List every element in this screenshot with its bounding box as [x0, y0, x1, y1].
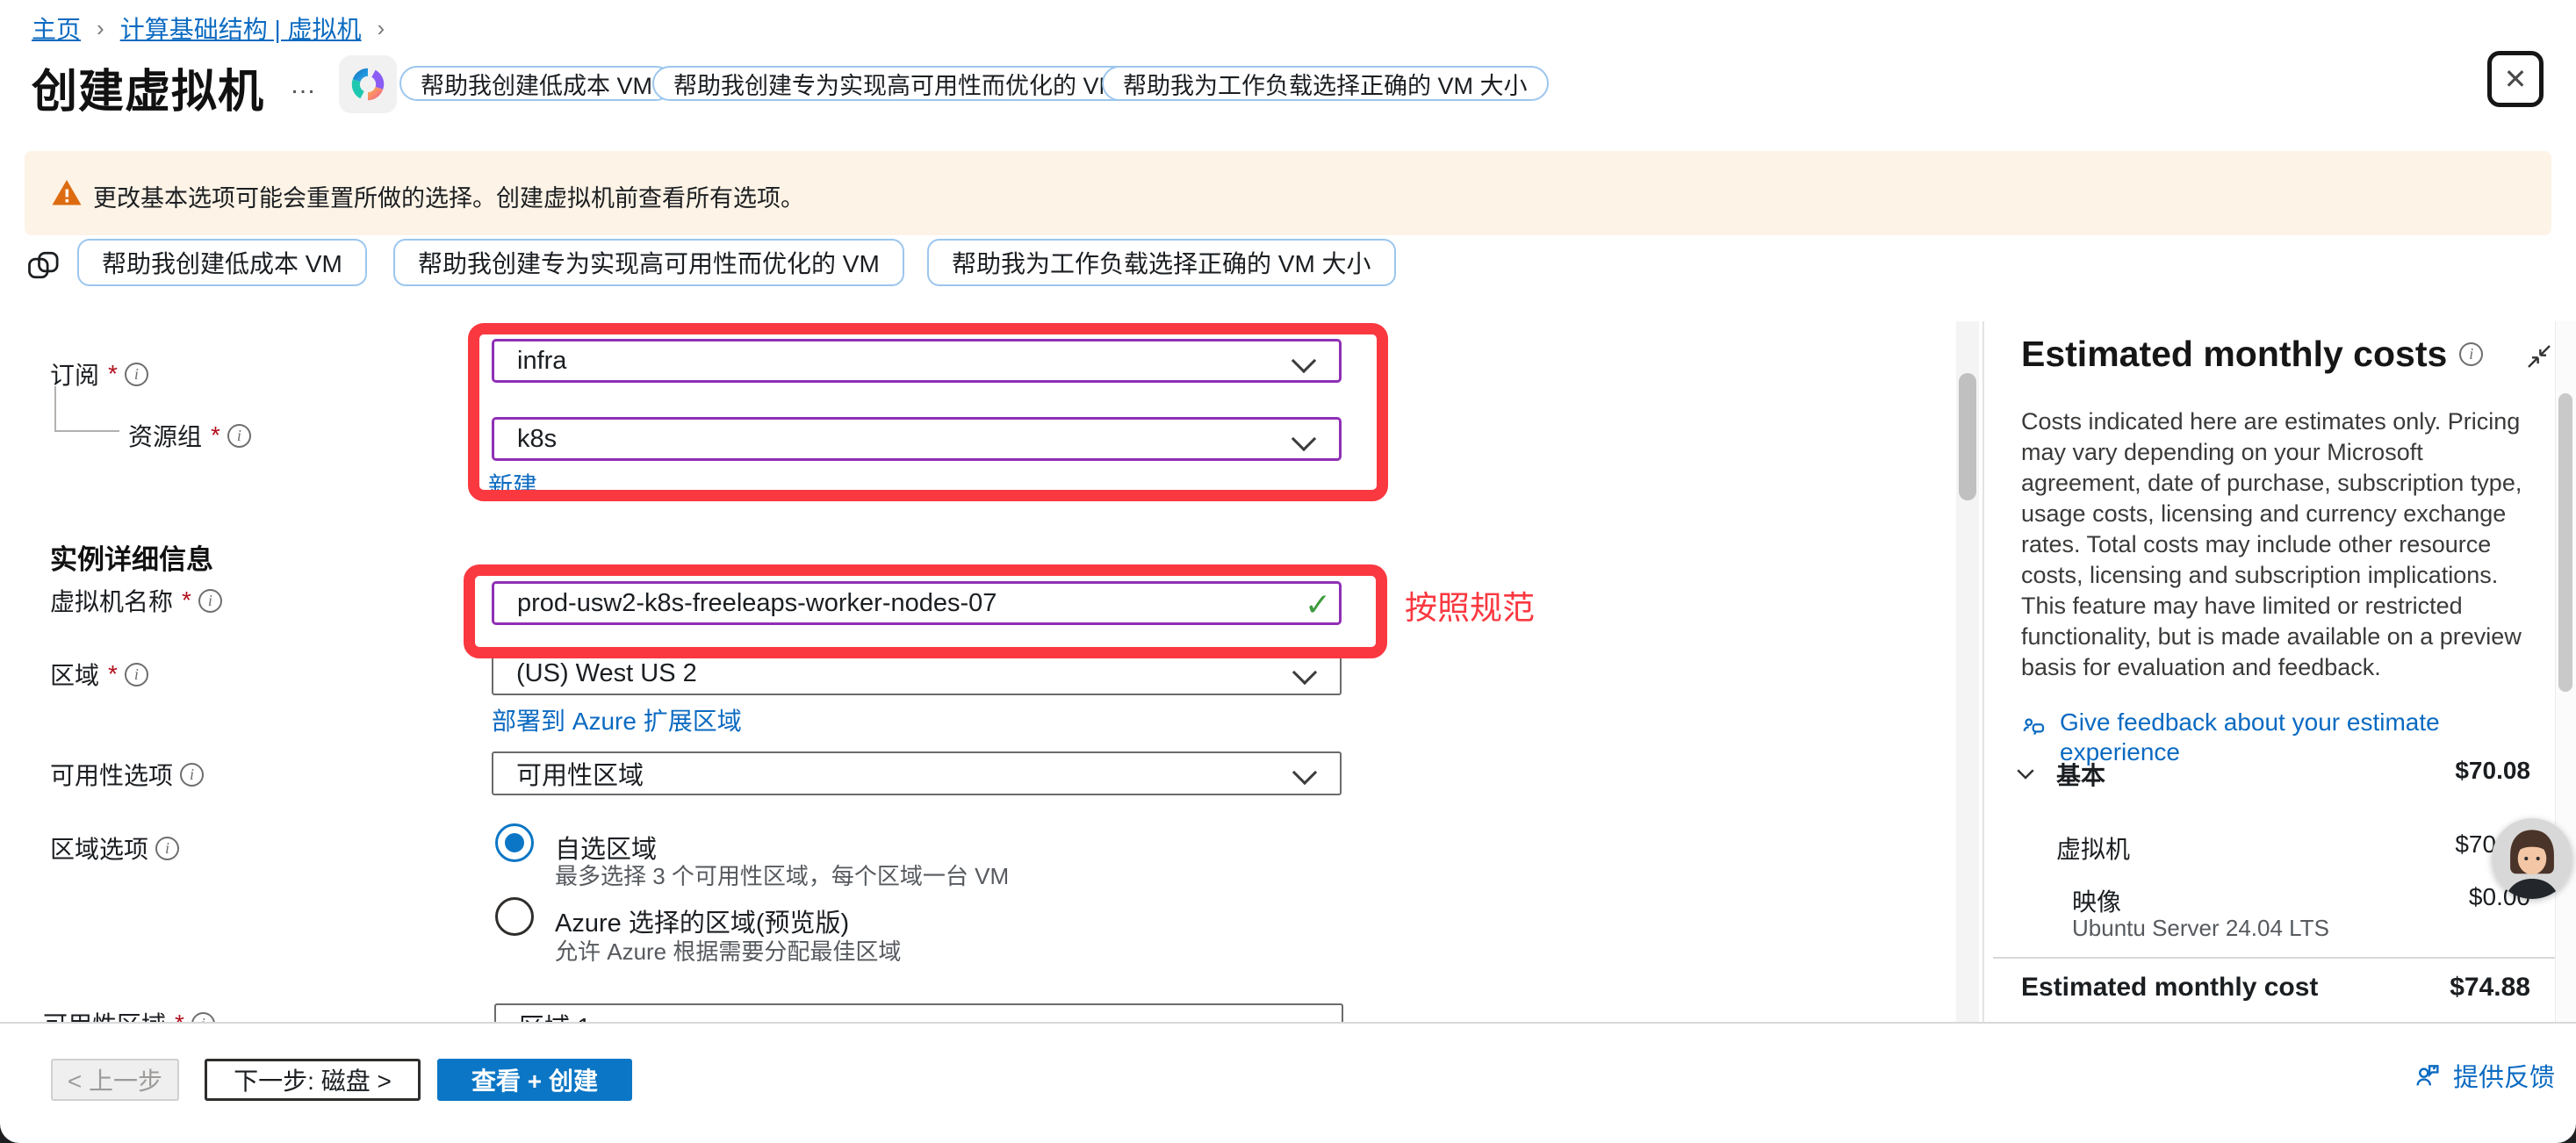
assistant-avatar[interactable]	[2492, 818, 2572, 899]
basics-chevron-icon[interactable]	[2012, 760, 2039, 787]
chevron-down-icon	[1292, 760, 1317, 785]
info-icon[interactable]: i	[155, 837, 179, 860]
panel-divider	[1982, 321, 1984, 1022]
availability-options-value: 可用性区域	[516, 755, 644, 792]
feedback-person-icon	[2413, 1060, 2443, 1090]
subscription-value: infra	[517, 347, 566, 376]
form-scrollbar-thumb[interactable]	[1959, 373, 1976, 500]
availability-options-label: 可用性选项 i	[50, 757, 204, 792]
region-value: (US) West US 2	[516, 659, 697, 688]
tree-connector-vertical	[54, 386, 56, 432]
page-scrollbar-thumb[interactable]	[2558, 393, 2572, 692]
zone-options-label: 区域选项 i	[50, 830, 179, 866]
radio2-desc: 允许 Azure 根据需要分配最佳区域	[555, 934, 901, 967]
vm-name-input[interactable]	[492, 581, 1342, 625]
feedback-bubbles-icon	[2021, 715, 2047, 741]
cost-total-label: Estimated monthly cost	[2021, 973, 2318, 1003]
radio1-desc: 最多选择 3 个可用性区域，每个区域一台 VM	[555, 859, 1009, 891]
cost-total-divider	[1993, 957, 2564, 959]
subscription-label: 订阅 * i	[50, 356, 148, 392]
required-asterisk: *	[108, 360, 118, 388]
next-disks-button[interactable]: 下一步: 磁盘 >	[205, 1059, 421, 1101]
chevron-down-icon	[1292, 660, 1317, 685]
review-create-button[interactable]: 查看 + 创建	[437, 1059, 632, 1101]
required-asterisk: *	[211, 421, 220, 449]
resource-group-label: 资源组 * i	[128, 418, 251, 453]
info-icon[interactable]: i	[125, 363, 148, 386]
required-asterisk: *	[182, 586, 191, 615]
annotation-note: 按照规范	[1405, 581, 1535, 629]
availability-zone-dropdown[interactable]: 区域 1	[494, 1003, 1343, 1022]
availability-zone-value: 区域 1	[519, 1007, 591, 1022]
tree-connector-horizontal	[54, 430, 119, 432]
cost-row-basics-label: 基本	[2056, 757, 2105, 792]
form-scroll-area: 订阅 * i infra 资源组 * i k8s 新建 实例详细信息 虚拟机名称	[0, 0, 2576, 1022]
info-icon[interactable]: i	[198, 589, 222, 613]
previous-button[interactable]: < 上一步	[51, 1059, 179, 1101]
collapse-panel-icon[interactable]	[2525, 342, 2553, 370]
azure-extended-zones-link[interactable]: 部署到 Azure 扩展区域	[492, 702, 742, 737]
region-label: 区域 * i	[50, 657, 148, 692]
chevron-down-icon	[1292, 427, 1316, 451]
cost-row-image-amount: $0.00	[2283, 883, 2530, 911]
required-asterisk: *	[108, 660, 118, 688]
create-new-link[interactable]: 新建	[488, 467, 537, 502]
radio-self-selected-zones[interactable]	[495, 823, 534, 862]
region-dropdown[interactable]: (US) West US 2	[492, 651, 1342, 695]
info-icon[interactable]: i	[125, 663, 148, 687]
cost-panel-title: Estimated monthly costs	[2021, 334, 2447, 375]
cost-row-image-sub: Ubuntu Server 24.04 LTS	[2072, 915, 2329, 942]
vm-name-label: 虚拟机名称 * i	[50, 583, 222, 618]
info-icon[interactable]: i	[191, 1012, 215, 1023]
previous-label: < 上一步	[68, 1062, 162, 1097]
cost-panel: Estimated monthly costs i Costs indicate…	[2021, 334, 2551, 767]
create-vm-page: 主页 › 计算基础结构 | 虚拟机 › 创建虚拟机 …	[0, 0, 2576, 1143]
cost-total-amount: $74.88	[2283, 973, 2530, 1003]
availability-zone-label: 可用性区域 * i	[43, 1006, 215, 1022]
review-create-label: 查看 + 创建	[471, 1062, 598, 1097]
radio-azure-selected-zones[interactable]	[495, 897, 534, 936]
info-icon[interactable]: i	[2459, 342, 2483, 366]
valid-check-icon: ✓	[1305, 586, 1331, 623]
cost-row-image-label: 映像	[2072, 883, 2121, 918]
resource-group-dropdown[interactable]: k8s	[492, 417, 1342, 461]
cost-panel-description: Costs indicated here are estimates only.…	[2021, 406, 2532, 683]
feedback-label: 提供反馈	[2453, 1057, 2555, 1094]
feedback-link[interactable]: 提供反馈	[2413, 1057, 2555, 1094]
cost-row-basics-amount: $70.08	[2283, 757, 2530, 785]
radio-dot	[505, 833, 524, 852]
instance-details-heading: 实例详细信息	[50, 537, 213, 577]
availability-options-dropdown[interactable]: 可用性区域	[492, 751, 1342, 795]
chevron-down-icon	[1292, 349, 1316, 373]
resource-group-value: k8s	[517, 425, 557, 454]
subscription-dropdown[interactable]: infra	[492, 339, 1342, 383]
cost-row-vm-label: 虚拟机	[2056, 830, 2130, 866]
next-label: 下一步: 磁盘 >	[234, 1062, 392, 1097]
required-asterisk: *	[175, 1010, 184, 1022]
footer-divider	[0, 1022, 2576, 1024]
info-icon[interactable]: i	[227, 424, 251, 448]
chevron-down-icon	[1294, 1012, 1319, 1022]
info-icon[interactable]: i	[180, 763, 204, 787]
